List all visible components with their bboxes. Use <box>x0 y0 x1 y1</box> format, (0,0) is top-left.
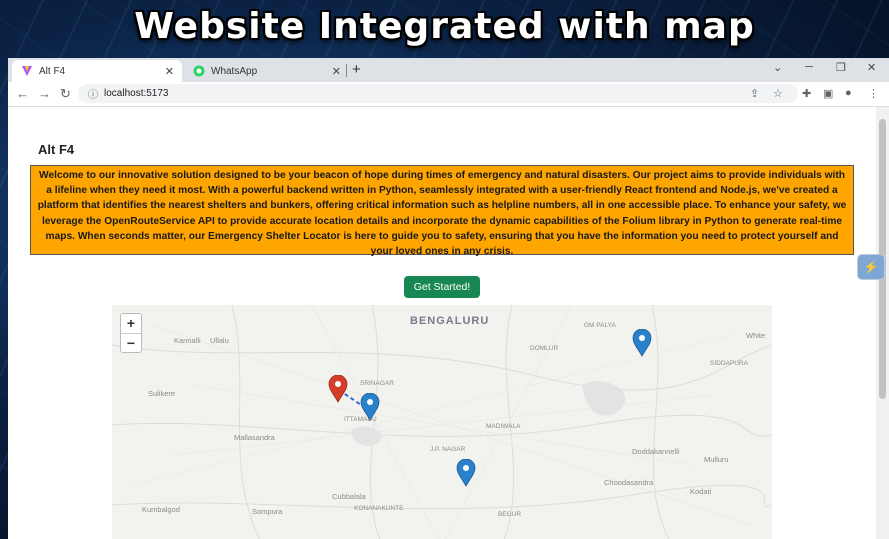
tab-label: Alt F4 <box>39 65 66 77</box>
tab-separator <box>346 64 347 77</box>
close-window-button[interactable]: ✕ <box>867 61 876 74</box>
map-label: BEGUR <box>498 511 522 518</box>
url-input[interactable]: ⓘ localhost:5173 <box>78 84 798 103</box>
page-title: Alt F4 <box>38 142 75 157</box>
zoom-in-button[interactable]: + <box>121 314 141 334</box>
bookmark-star-icon[interactable]: ☆ <box>773 87 783 100</box>
zoom-out-button[interactable]: − <box>121 334 141 353</box>
floating-widget-icon[interactable]: ⚡ <box>857 254 885 280</box>
map-label: Sompura <box>252 507 283 516</box>
map-label: DOMLUR <box>530 345 559 352</box>
restore-button[interactable]: ❐ <box>836 61 846 74</box>
page-content: Alt F4 Welcome to our innovative solutio… <box>8 107 876 539</box>
map-label: Ullalu <box>210 336 229 345</box>
map-label: Doddakannelli <box>632 447 680 456</box>
browser-window: Alt F4 ✕ WhatsApp ✕ + ⌄ ─ ❐ ✕ ← → ↻ ⓘ lo… <box>8 58 889 539</box>
tab-alt-f4[interactable]: Alt F4 ✕ <box>12 60 182 82</box>
map-label: SIDDAPURA <box>710 360 748 367</box>
map-label: SRINAGAR <box>360 380 394 387</box>
page-scrollbar[interactable] <box>876 107 889 539</box>
map-label: Cubbalala <box>332 492 366 501</box>
map-label: Mallasandra <box>234 433 275 442</box>
map-label: Kannalli <box>174 336 201 345</box>
menu-icon[interactable]: ⋮ <box>868 87 879 100</box>
reload-icon[interactable]: ↻ <box>60 86 71 102</box>
map-label: MADIWALA <box>486 423 521 430</box>
map-label: Mulluru <box>704 455 729 464</box>
share-icon[interactable]: ⇪ <box>750 87 759 100</box>
tab-whatsapp[interactable]: WhatsApp ✕ <box>184 60 349 82</box>
address-bar: ← → ↻ ⓘ localhost:5173 ⇪ ☆ ✚ ▣ ● ⋮ <box>8 82 889 107</box>
tab-label: WhatsApp <box>211 65 258 77</box>
map-label: White <box>746 331 766 340</box>
banner-title: Website Integrated with map <box>134 6 755 47</box>
map-label: Kodati <box>690 487 712 496</box>
tab-search-icon[interactable]: ⌄ <box>773 61 782 74</box>
minimize-button[interactable]: ─ <box>805 61 813 73</box>
vite-icon <box>21 65 33 77</box>
info-icon[interactable]: ⓘ <box>88 86 98 101</box>
shelter-marker-icon[interactable] <box>632 329 652 357</box>
map-label: KONANAKUNTE <box>354 505 404 512</box>
new-tab-button[interactable]: + <box>352 61 361 78</box>
zoom-control: + − <box>120 313 142 353</box>
map-label: BENGALURU <box>410 315 490 327</box>
forward-icon[interactable]: → <box>38 86 51 101</box>
get-started-button[interactable]: Get Started! <box>404 276 480 298</box>
tab-close-icon[interactable]: ✕ <box>165 65 174 78</box>
map[interactable]: + − BENGALURU Kannalli Ullalu Sulikere M… <box>112 305 772 539</box>
profile-icon[interactable]: ● <box>845 87 852 99</box>
shelter-marker-icon[interactable] <box>456 459 476 487</box>
map-label: Sulikere <box>148 389 176 398</box>
shelter-marker-icon[interactable] <box>360 393 380 421</box>
tab-bar: Alt F4 ✕ WhatsApp ✕ + ⌄ ─ ❐ ✕ <box>8 58 889 82</box>
map-label: GM PALYA <box>584 322 616 329</box>
map-label: Choodasandra <box>604 478 654 487</box>
intro-text: Welcome to our innovative solution desig… <box>30 165 854 257</box>
tab-close-icon[interactable]: ✕ <box>332 65 341 78</box>
map-label: Kumbalgod <box>142 505 180 514</box>
back-icon[interactable]: ← <box>16 86 29 101</box>
whatsapp-icon <box>193 65 205 77</box>
extensions-icon[interactable]: ✚ <box>802 87 811 100</box>
url-text: localhost:5173 <box>104 88 169 99</box>
user-location-marker-icon[interactable] <box>328 375 348 403</box>
side-panel-icon[interactable]: ▣ <box>823 87 833 100</box>
map-label: J.P. NAGAR <box>430 446 466 453</box>
